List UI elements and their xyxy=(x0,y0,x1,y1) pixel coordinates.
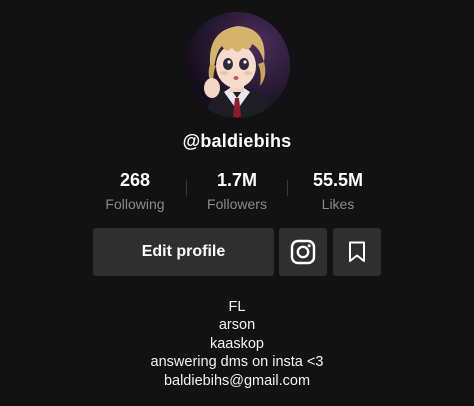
avatar[interactable] xyxy=(184,12,290,118)
bio-line: answering dms on insta <3 xyxy=(150,354,324,371)
bio-email[interactable]: baldiebihs@gmail.com xyxy=(0,372,474,390)
bio-line: arson xyxy=(218,317,256,334)
bio-line: kaaskop xyxy=(209,335,264,352)
bookmark-button[interactable] xyxy=(333,228,381,276)
bio-line: FL xyxy=(228,299,246,315)
edit-profile-button[interactable]: Edit profile xyxy=(93,228,274,276)
stat-likes[interactable]: 55.5M Likes xyxy=(278,168,398,214)
instagram-icon xyxy=(290,239,316,265)
instagram-button[interactable] xyxy=(279,228,327,276)
likes-count: 55.5M xyxy=(312,170,364,190)
bio: FL arson kaaskop answering dms on insta … xyxy=(0,298,474,390)
profile-stats: 268 Following 1.7M Followers 55.5M Likes xyxy=(0,168,474,218)
bookmark-icon xyxy=(349,241,365,262)
anime-avatar-icon xyxy=(184,12,290,118)
likes-label: Likes xyxy=(321,196,355,212)
username: @baldiebihs xyxy=(182,131,292,151)
edit-profile-label: Edit profile xyxy=(141,243,226,260)
